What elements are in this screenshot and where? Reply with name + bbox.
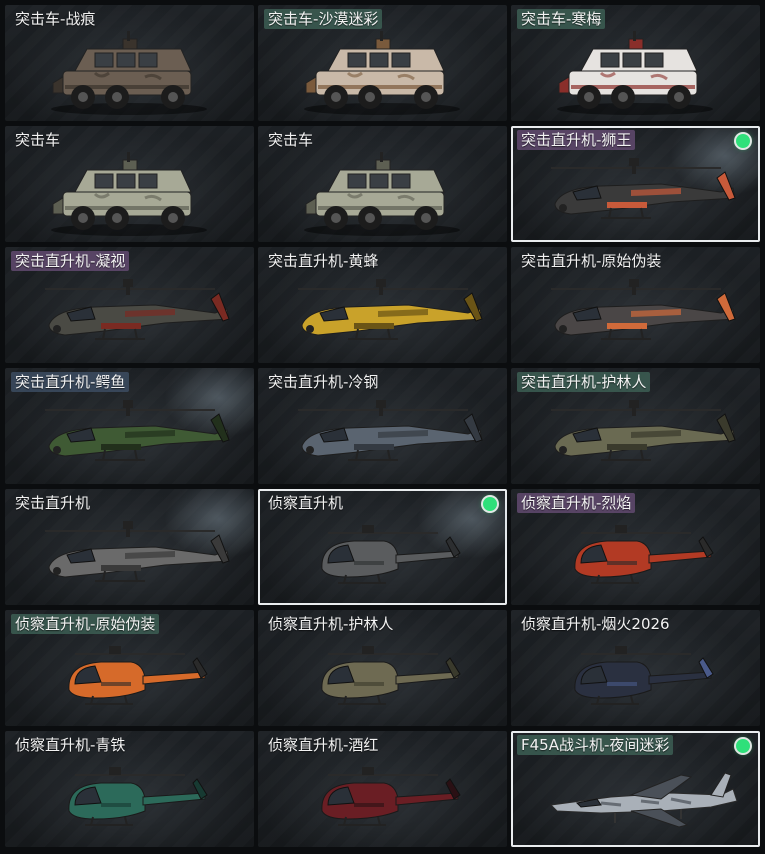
- scout-heli-image: [574, 525, 714, 584]
- vehicle-skin-card[interactable]: 突击直升机-凝视: [5, 247, 254, 363]
- vehicle-skin-card[interactable]: 突击车: [5, 126, 254, 242]
- vehicle-skin-grid: 突击车-战痕 突击车-沙漠迷彩 突击车-寒梅 突击车 突击车 突击直升机-狮王 …: [0, 0, 765, 854]
- vehicle-skin-label: 突击车: [268, 131, 314, 149]
- vehicle-skin-label: 侦察直升机-原始伪装: [11, 614, 160, 634]
- vehicle-skin-card[interactable]: 突击车-寒梅: [511, 5, 760, 121]
- truck-image: [304, 152, 460, 236]
- vehicle-skin-label: 突击直升机-狮王: [517, 130, 636, 150]
- attack-heli-image: [551, 400, 736, 461]
- vehicle-skin-label: 突击直升机-黄蜂: [268, 252, 379, 270]
- vehicle-skin-label: 侦察直升机-护林人: [268, 615, 394, 633]
- truck-image: [51, 152, 207, 236]
- vehicle-skin-card[interactable]: 突击车: [258, 126, 507, 242]
- vehicle-skin-label: 突击直升机-冷钢: [268, 373, 379, 391]
- equipped-indicator-icon: [736, 134, 750, 148]
- vehicle-skin-label: 侦察直升机-烟火2026: [521, 615, 670, 633]
- scout-heli-image: [321, 525, 461, 584]
- vehicle-skin-card[interactable]: 侦察直升机-烟火2026: [511, 610, 760, 726]
- scout-heli-image: [574, 646, 714, 705]
- vehicle-skin-card[interactable]: 侦察直升机-青铁: [5, 731, 254, 847]
- vehicle-skin-card[interactable]: 突击直升机-冷钢: [258, 368, 507, 484]
- attack-heli-image: [45, 400, 230, 461]
- vehicle-skin-label: 突击车-战痕: [15, 10, 96, 28]
- vehicle-skin-label: 侦察直升机: [268, 494, 344, 512]
- vehicle-skin-card[interactable]: 侦察直升机-原始伪装: [5, 610, 254, 726]
- vehicle-skin-label: 突击直升机-凝视: [11, 251, 130, 271]
- scout-heli-image: [321, 646, 461, 705]
- vehicle-skin-label: 突击车: [15, 131, 61, 149]
- vehicle-skin-card[interactable]: 突击直升机: [5, 489, 254, 605]
- vehicle-skin-label: 突击车-寒梅: [517, 9, 606, 29]
- vehicle-skin-card[interactable]: 突击直升机-原始伪装: [511, 247, 760, 363]
- vehicle-skin-label: 侦察直升机-烈焰: [517, 493, 636, 513]
- vehicle-skin-label: 突击直升机-原始伪装: [521, 252, 662, 270]
- attack-heli-image: [551, 279, 736, 340]
- vehicle-skin-label: 突击直升机: [15, 494, 91, 512]
- attack-heli-image: [551, 158, 736, 219]
- vehicle-skin-card[interactable]: 侦察直升机-酒红: [258, 731, 507, 847]
- vehicle-skin-card[interactable]: 突击直升机-护林人: [511, 368, 760, 484]
- attack-heli-image: [298, 400, 483, 461]
- vehicle-skin-label: F45A战斗机-夜间迷彩: [517, 735, 674, 755]
- truck-image: [304, 31, 460, 115]
- vehicle-skin-card[interactable]: 侦察直升机-护林人: [258, 610, 507, 726]
- equipped-indicator-icon: [736, 739, 750, 753]
- equipped-indicator-icon: [483, 497, 497, 511]
- vehicle-skin-card[interactable]: 突击车-沙漠迷彩: [258, 5, 507, 121]
- vehicle-skin-card[interactable]: 突击直升机-黄蜂: [258, 247, 507, 363]
- vehicle-skin-label: 侦察直升机-酒红: [268, 736, 379, 754]
- vehicle-skin-card[interactable]: 突击直升机-鳄鱼: [5, 368, 254, 484]
- vehicle-skin-card[interactable]: F45A战斗机-夜间迷彩: [511, 731, 760, 847]
- scout-heli-image: [68, 646, 208, 705]
- truck-image: [557, 31, 713, 115]
- scout-heli-image: [68, 767, 208, 826]
- truck-image: [51, 31, 207, 115]
- vehicle-skin-label: 突击车-沙漠迷彩: [264, 9, 383, 29]
- vehicle-skin-card[interactable]: 突击直升机-狮王: [511, 126, 760, 242]
- scout-heli-image: [321, 767, 461, 826]
- attack-heli-image: [45, 521, 230, 582]
- vehicle-skin-label: 突击直升机-鳄鱼: [11, 372, 130, 392]
- vehicle-skin-card[interactable]: 侦察直升机-烈焰: [511, 489, 760, 605]
- vehicle-skin-label: 突击直升机-护林人: [517, 372, 651, 392]
- attack-heli-image: [45, 279, 230, 340]
- attack-heli-image: [298, 279, 483, 340]
- jet-image: [549, 772, 738, 828]
- vehicle-skin-card[interactable]: 突击车-战痕: [5, 5, 254, 121]
- vehicle-skin-label: 侦察直升机-青铁: [15, 736, 126, 754]
- vehicle-skin-card[interactable]: 侦察直升机: [258, 489, 507, 605]
